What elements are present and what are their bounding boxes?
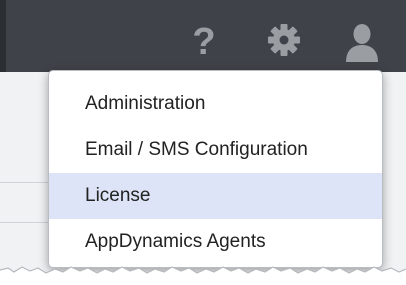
user-icon[interactable] — [342, 20, 378, 62]
menu-item-license[interactable]: License — [49, 173, 382, 219]
screenshot-frame: ? Administration Email / SMS Configurati… — [0, 0, 406, 285]
menu-item-label: License — [85, 185, 151, 206]
settings-dropdown-menu: Administration Email / SMS Configuration… — [48, 70, 383, 268]
svg-text:?: ? — [192, 21, 215, 60]
menu-item-email-sms-configuration[interactable]: Email / SMS Configuration — [49, 127, 382, 173]
help-icon[interactable]: ? — [186, 20, 222, 63]
torn-edge — [0, 266, 406, 285]
menu-item-label: AppDynamics Agents — [85, 231, 266, 252]
menu-item-appdynamics-agents[interactable]: AppDynamics Agents — [49, 219, 382, 265]
menu-item-label: Email / SMS Configuration — [85, 139, 308, 160]
gear-icon[interactable] — [266, 20, 302, 60]
menu-item-administration[interactable]: Administration — [49, 81, 382, 127]
menu-item-label: Administration — [85, 93, 206, 114]
app-header: ? — [0, 0, 406, 72]
header-left-edge — [0, 0, 6, 72]
